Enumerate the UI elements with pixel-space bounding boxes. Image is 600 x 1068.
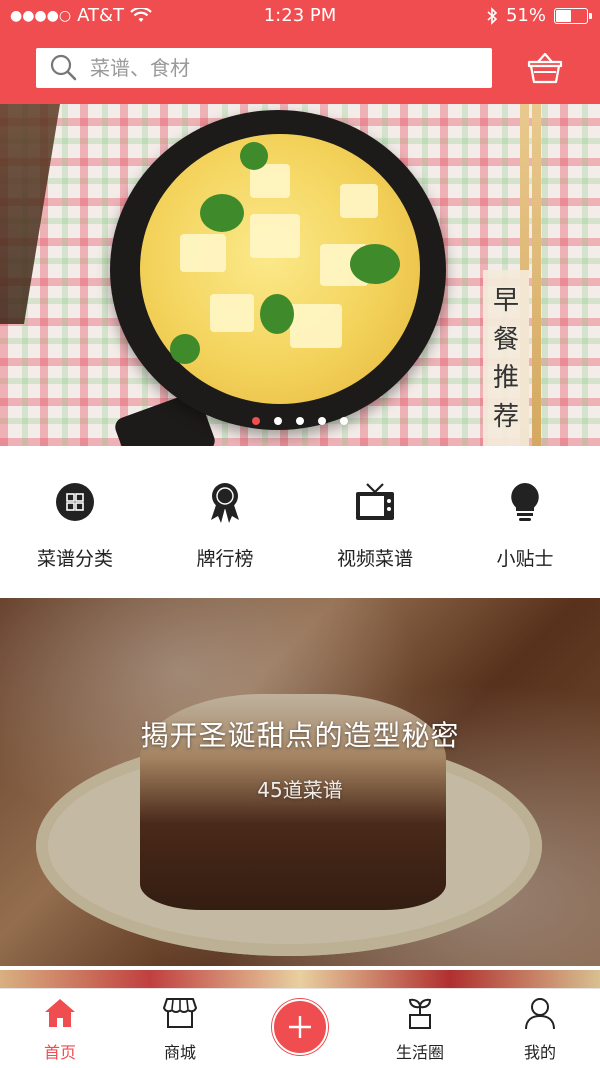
battery-fill <box>556 9 571 22</box>
pager-dot[interactable] <box>340 417 348 425</box>
next-card-peek[interactable] <box>0 970 600 990</box>
app-header <box>0 32 600 104</box>
quick-nav-recipe-categories[interactable]: 菜谱分类 <box>0 446 150 598</box>
award-ribbon-icon <box>203 480 247 524</box>
quick-nav-tips[interactable]: 小贴士 <box>450 446 600 598</box>
feature-subtitle: 45道菜谱 <box>257 778 343 802</box>
home-icon <box>45 999 75 1027</box>
banner-wood-board <box>0 104 60 324</box>
tab-add[interactable] <box>240 989 360 1068</box>
user-icon <box>525 998 555 1030</box>
featured-collection-card[interactable]: 揭开圣诞甜点的造型秘密 45道菜谱 <box>0 598 600 966</box>
store-icon <box>163 998 197 1028</box>
plus-icon <box>289 1016 311 1038</box>
tab-home[interactable]: 首页 <box>0 989 120 1068</box>
tab-store[interactable]: 商城 <box>120 989 240 1068</box>
quick-nav-video-recipes[interactable]: 视频菜谱 <box>300 446 450 598</box>
tab-label: 我的 <box>523 1043 556 1062</box>
add-button[interactable] <box>272 999 328 1055</box>
status-bar: ●●●●○ AT&T 1:23 PM 51% <box>0 0 600 32</box>
tv-icon <box>353 480 397 524</box>
pager-dot[interactable] <box>252 417 260 425</box>
basket-icon[interactable] <box>526 50 564 86</box>
tab-label: 生活圈 <box>395 1043 444 1062</box>
banner-carousel[interactable]: 早 餐 推 荐 <box>0 104 600 446</box>
feature-title: 揭开圣诞甜点的造型秘密 <box>140 719 460 752</box>
tab-me[interactable]: 我的 <box>480 989 600 1068</box>
tab-label: 首页 <box>43 1043 76 1062</box>
banner-omelet <box>140 134 420 404</box>
lightbulb-icon <box>503 480 547 524</box>
tab-label: 商城 <box>163 1043 196 1062</box>
quick-nav-label: 小贴士 <box>496 548 554 570</box>
banner-tag-char: 推 <box>492 363 519 394</box>
search-icon <box>50 54 77 81</box>
quick-nav-label: 视频菜谱 <box>336 548 413 570</box>
pager-dot[interactable] <box>274 417 282 425</box>
banner-tag-char: 早 <box>492 286 519 317</box>
search-input[interactable] <box>90 56 470 80</box>
status-right: 51% <box>486 5 592 26</box>
search-bar[interactable] <box>36 48 492 88</box>
grid-icon <box>53 480 97 524</box>
battery-icon <box>554 7 592 24</box>
pager-dot[interactable] <box>318 417 326 425</box>
pager-dot[interactable] <box>296 417 304 425</box>
tab-life-circle[interactable]: 生活圈 <box>360 989 480 1068</box>
banner-pager[interactable] <box>0 417 600 425</box>
quick-nav-label: 菜谱分类 <box>36 548 113 570</box>
quick-nav-ranking[interactable]: 牌行榜 <box>150 446 300 598</box>
quick-nav-label: 牌行榜 <box>196 548 254 570</box>
bluetooth-icon <box>487 6 498 25</box>
bottom-tab-bar: 首页 商城 生活圈 我的 <box>0 988 600 1068</box>
banner-tag-char: 餐 <box>492 324 519 355</box>
battery-percent: 51% <box>505 5 546 26</box>
quick-nav: 菜谱分类 牌行榜 视频菜谱 小贴士 <box>0 446 600 598</box>
sprout-pot-icon <box>408 998 432 1029</box>
